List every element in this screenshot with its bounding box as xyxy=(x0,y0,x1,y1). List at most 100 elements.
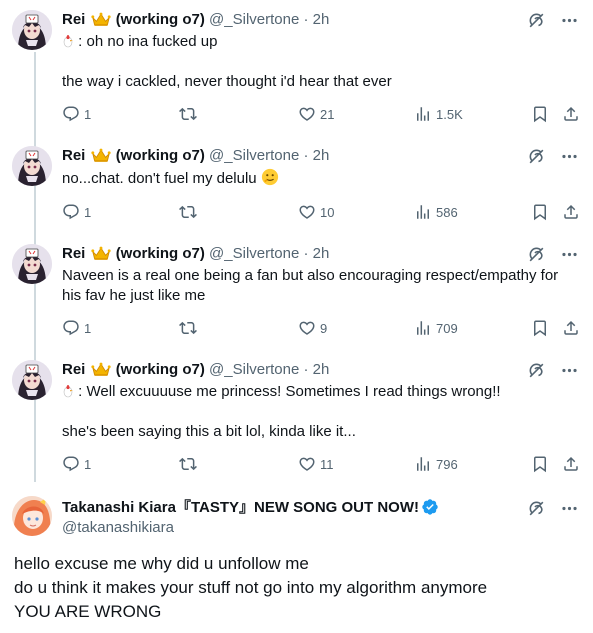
tweet-line: YOU ARE WRONG xyxy=(14,602,162,621)
reply-button[interactable]: 1 xyxy=(62,454,91,474)
grok-icon[interactable] xyxy=(527,11,546,30)
tweet-line: : Well excuuuuse me princess! Sometimes … xyxy=(74,383,501,400)
tweet-header: Rei (working o7) @_Silvertone · 2h xyxy=(62,244,513,264)
reply-button[interactable]: 1 xyxy=(62,202,91,222)
views-icon xyxy=(414,203,432,221)
more-icon[interactable] xyxy=(560,499,579,518)
tweet[interactable]: Rei (working o7) @_Silvertone · 2h no...… xyxy=(0,146,593,226)
display-name[interactable]: Rei xyxy=(62,11,85,28)
chicken-emoji-icon xyxy=(62,383,74,399)
view-count: 796 xyxy=(436,456,458,472)
handle[interactable]: @_Silvertone xyxy=(209,11,299,28)
heart-icon xyxy=(298,455,316,473)
reply-count: 1 xyxy=(84,320,92,336)
more-icon[interactable] xyxy=(560,147,579,166)
reply-count: 1 xyxy=(84,106,92,122)
handle[interactable]: @_Silvertone xyxy=(209,361,299,378)
views-button[interactable]: 586 xyxy=(414,202,458,222)
tweet[interactable]: Rei (working o7) @_Silvertone · 2h Navee… xyxy=(0,244,593,344)
retweet-button[interactable] xyxy=(179,318,197,338)
tweet[interactable]: Rei (working o7) @_Silvertone · 2h : Wel… xyxy=(0,360,593,480)
share-icon xyxy=(562,319,580,337)
reply-button[interactable]: 1 xyxy=(62,104,91,124)
separator-dot: · xyxy=(299,147,313,164)
grok-icon[interactable] xyxy=(527,361,546,380)
display-name[interactable]: Rei xyxy=(62,147,85,164)
like-button[interactable]: 9 xyxy=(298,318,327,338)
main-tweet[interactable]: Takanashi Kiara『TASTY』NEW SONG OUT NOW! … xyxy=(0,496,593,630)
grok-icon[interactable] xyxy=(527,499,546,518)
tweet-top-actions xyxy=(527,498,579,518)
name-suffix[interactable]: (working o7) xyxy=(116,11,205,28)
tweet-header: Rei (working o7) @_Silvertone · 2h xyxy=(62,146,513,166)
crown-emoji-icon xyxy=(91,246,111,261)
bookmark-button[interactable] xyxy=(531,104,549,124)
avatar[interactable] xyxy=(12,10,52,50)
retweet-icon xyxy=(179,203,197,221)
display-name[interactable]: Rei xyxy=(62,361,85,378)
crown-emoji-icon xyxy=(91,148,111,163)
avatar[interactable] xyxy=(12,496,52,536)
handle[interactable]: @takanashikiara xyxy=(62,518,174,538)
timestamp[interactable]: 2h xyxy=(313,245,330,262)
timestamp[interactable]: 2h xyxy=(313,361,330,378)
more-icon[interactable] xyxy=(560,11,579,30)
share-button[interactable] xyxy=(562,318,580,338)
tweet-line: the way i cackled, never thought i'd hea… xyxy=(62,73,392,90)
name-suffix[interactable]: (working o7) xyxy=(116,361,205,378)
crown-emoji-icon xyxy=(91,362,111,377)
retweet-button[interactable] xyxy=(179,104,197,124)
like-count: 9 xyxy=(320,320,328,336)
reply-count: 1 xyxy=(84,204,92,220)
avatar[interactable] xyxy=(12,244,52,284)
name-suffix[interactable]: (working o7) xyxy=(116,147,205,164)
views-button[interactable]: 796 xyxy=(414,454,458,474)
tweet-text: : oh no ina fucked up the way i cackled,… xyxy=(62,32,577,92)
tweet[interactable]: Rei (working o7) @_Silvertone · 2h : oh … xyxy=(0,10,593,130)
bookmark-icon xyxy=(531,203,549,221)
reply-button[interactable]: 1 xyxy=(62,318,91,338)
tweet-text: hello excuse me why did u unfollow me do… xyxy=(14,552,577,624)
name-suffix[interactable]: (working o7) xyxy=(116,245,205,262)
handle[interactable]: @_Silvertone xyxy=(209,245,299,262)
retweet-button[interactable] xyxy=(179,454,197,474)
tweet-line: Naveen is a real one being a fan but als… xyxy=(62,267,559,284)
tweet-line: hello excuse me why did u unfollow me xyxy=(14,554,309,573)
bookmark-button[interactable] xyxy=(531,202,549,222)
like-button[interactable]: 11 xyxy=(298,454,334,474)
like-count: 10 xyxy=(320,204,335,220)
more-icon[interactable] xyxy=(560,245,579,264)
timestamp[interactable]: 2h xyxy=(313,147,330,164)
views-button[interactable]: 1.5K xyxy=(414,104,463,124)
share-icon xyxy=(562,105,580,123)
tweet-line: no...chat. don't fuel my delulu xyxy=(62,170,257,187)
grok-icon[interactable] xyxy=(527,147,546,166)
display-name[interactable]: Rei xyxy=(62,245,85,262)
handle[interactable]: @_Silvertone xyxy=(209,147,299,164)
tweet-text: Naveen is a real one being a fan but als… xyxy=(62,266,577,306)
grok-icon[interactable] xyxy=(527,245,546,264)
share-button[interactable] xyxy=(562,202,580,222)
display-name[interactable]: Takanashi Kiara『TASTY』NEW SONG OUT NOW! xyxy=(62,498,439,518)
heart-icon xyxy=(298,203,316,221)
heart-icon xyxy=(298,319,316,337)
like-button[interactable]: 10 xyxy=(298,202,334,222)
reply-icon xyxy=(62,455,80,473)
share-button[interactable] xyxy=(562,454,580,474)
retweet-icon xyxy=(179,455,197,473)
avatar[interactable] xyxy=(12,146,52,186)
tweet-header: Rei (working o7) @_Silvertone · 2h xyxy=(62,10,513,30)
like-button[interactable]: 21 xyxy=(298,104,334,124)
bookmark-button[interactable] xyxy=(531,454,549,474)
avatar[interactable] xyxy=(12,360,52,400)
views-icon xyxy=(414,105,432,123)
timestamp[interactable]: 2h xyxy=(313,11,330,28)
views-button[interactable]: 709 xyxy=(414,318,458,338)
tweet-line: : oh no ina fucked up xyxy=(74,33,218,50)
share-button[interactable] xyxy=(562,104,580,124)
retweet-button[interactable] xyxy=(179,202,197,222)
retweet-icon xyxy=(179,319,197,337)
more-icon[interactable] xyxy=(560,361,579,380)
bookmark-button[interactable] xyxy=(531,318,549,338)
